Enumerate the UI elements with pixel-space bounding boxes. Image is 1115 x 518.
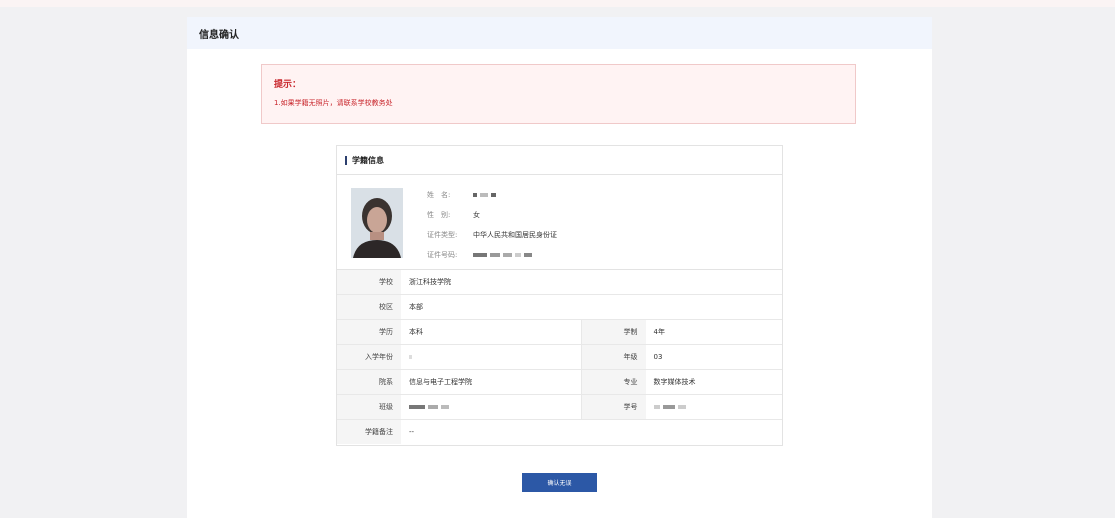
name-label: 姓 名: [427,191,451,199]
id-number-field: 证件号码: [427,245,557,265]
duration-label: 学制 [581,319,646,345]
name-value-redacted [473,191,499,199]
campus-label: 校区 [337,294,401,320]
school-value: 浙江科技学院 [401,270,782,295]
student-info-panel: 学籍信息 姓 名: 性 别: 女 证件类型: 中华人民共和国居民身份证 证件号码… [336,145,783,446]
portrait-image [351,188,403,258]
title-bar-decoration [345,155,347,165]
degree-value: 本科 [401,319,582,345]
table-row: 班级 学号 [337,394,782,420]
tip-title: 提示： [274,80,302,90]
student-info-table: 学校 浙江科技学院 校区 本部 学历 本科 学制 4年 入学年份 年级 03 院… [337,270,782,444]
table-row: 校区 本部 [337,294,782,320]
grade-value: 03 [645,344,782,370]
tip-box: 提示： 1.如果学籍无照片，请联系学校教务处 [261,64,856,124]
page-title: 信息确认 [199,29,239,41]
table-row: 入学年份 年级 03 [337,344,782,370]
profile-block: 姓 名: 性 别: 女 证件类型: 中华人民共和国居民身份证 证件号码: [337,175,782,270]
section-title: 学籍信息 [352,155,384,165]
id-number-redacted [473,251,535,259]
confirm-card: 信息确认 提示： 1.如果学籍无照片，请联系学校教务处 学籍信息 姓 名: 性 … [187,17,932,518]
table-row: 院系 信息与电子工程学院 专业 数字媒体技术 [337,369,782,395]
profile-fields: 姓 名: 性 别: 女 证件类型: 中华人民共和国居民身份证 证件号码: [427,185,557,265]
table-row: 学历 本科 学制 4年 [337,319,782,345]
class-label: 班级 [337,394,401,420]
student-photo [351,188,403,258]
id-type-value: 中华人民共和国居民身份证 [473,231,557,239]
tip-text: 1.如果学籍无照片，请联系学校教务处 [274,99,393,107]
dept-value: 信息与电子工程学院 [401,369,582,395]
id-type-label: 证件类型: [427,231,458,239]
gender-label: 性 别: [427,211,451,219]
remark-label: 学籍备注 [337,419,401,444]
year-label: 入学年份 [337,344,401,370]
campus-value: 本部 [401,294,782,320]
school-label: 学校 [337,270,401,295]
major-value: 数字媒体技术 [645,369,782,395]
major-label: 专业 [581,369,646,395]
stuno-label: 学号 [581,394,646,420]
year-value-redacted [401,344,582,370]
class-value-redacted [401,394,582,420]
duration-value: 4年 [645,319,782,345]
stuno-value-redacted [645,394,782,420]
top-strip [0,0,1115,7]
confirm-button[interactable]: 确认无误 [522,473,597,492]
section-header: 学籍信息 [337,146,782,175]
table-row: 学籍备注 -- [337,419,782,444]
name-field: 姓 名: [427,185,557,205]
card-header: 信息确认 [187,17,932,49]
gender-field: 性 别: 女 [427,205,557,225]
id-type-field: 证件类型: 中华人民共和国居民身份证 [427,225,557,245]
table-row: 学校 浙江科技学院 [337,270,782,295]
remark-value: -- [409,428,415,436]
degree-label: 学历 [337,319,401,345]
id-number-label: 证件号码: [427,251,458,259]
grade-label: 年级 [581,344,646,370]
gender-value: 女 [473,211,480,219]
dept-label: 院系 [337,369,401,395]
